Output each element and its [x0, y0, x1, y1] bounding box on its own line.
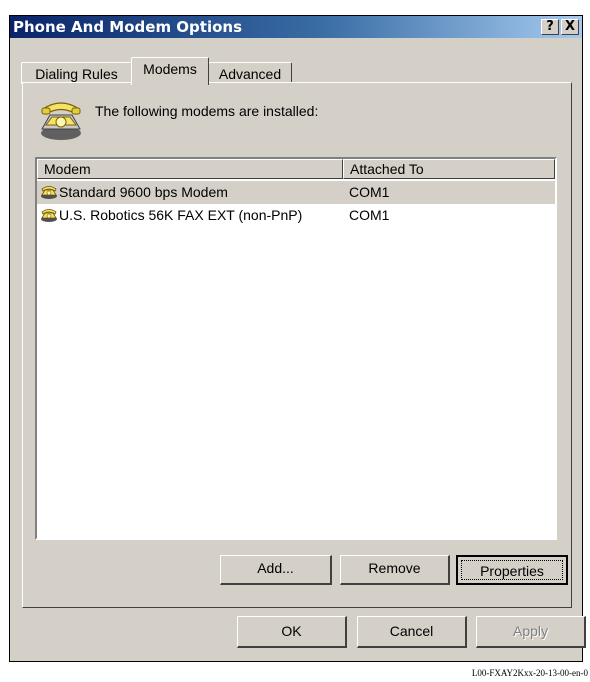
- list-item[interactable]: Standard 9600 bps Modem COM1: [37, 181, 555, 204]
- modems-heading: The following modems are installed:: [95, 103, 319, 119]
- figure-caption: L00-FXAY2Kxx-20-13-00-en-0: [471, 668, 588, 678]
- modem-port: COM1: [349, 207, 390, 223]
- properties-button[interactable]: Properties: [456, 555, 568, 585]
- tab-dialing-rules[interactable]: Dialing Rules: [21, 62, 132, 84]
- apply-button[interactable]: Apply: [476, 616, 586, 648]
- telephone-icon: [41, 102, 81, 140]
- dialog-title: Phone And Modem Options: [13, 18, 243, 36]
- title-bar[interactable]: Phone And Modem Options ? X: [10, 16, 582, 38]
- column-header-modem[interactable]: Modem: [37, 159, 343, 179]
- properties-button-label: Properties: [461, 560, 563, 580]
- help-button[interactable]: ?: [541, 19, 559, 35]
- modem-port: COM1: [349, 184, 390, 200]
- remove-button[interactable]: Remove: [340, 555, 450, 585]
- modem-name: Standard 9600 bps Modem: [59, 184, 228, 200]
- column-header-attached-to[interactable]: Attached To: [343, 159, 555, 179]
- modem-name: U.S. Robotics 56K FAX EXT (non-PnP): [59, 207, 303, 223]
- close-button[interactable]: X: [561, 19, 579, 35]
- list-item[interactable]: U.S. Robotics 56K FAX EXT (non-PnP) COM1: [37, 204, 555, 227]
- phone-icon: [41, 209, 57, 222]
- tab-advanced[interactable]: Advanced: [208, 62, 292, 84]
- modems-list[interactable]: Modem Attached To Standard 9600 bps Mode…: [35, 157, 557, 540]
- add-button[interactable]: Add...: [220, 555, 332, 585]
- phone-icon: [41, 186, 57, 199]
- cancel-button[interactable]: Cancel: [357, 616, 467, 648]
- tab-modems[interactable]: Modems: [131, 57, 209, 85]
- ok-button[interactable]: OK: [237, 616, 347, 648]
